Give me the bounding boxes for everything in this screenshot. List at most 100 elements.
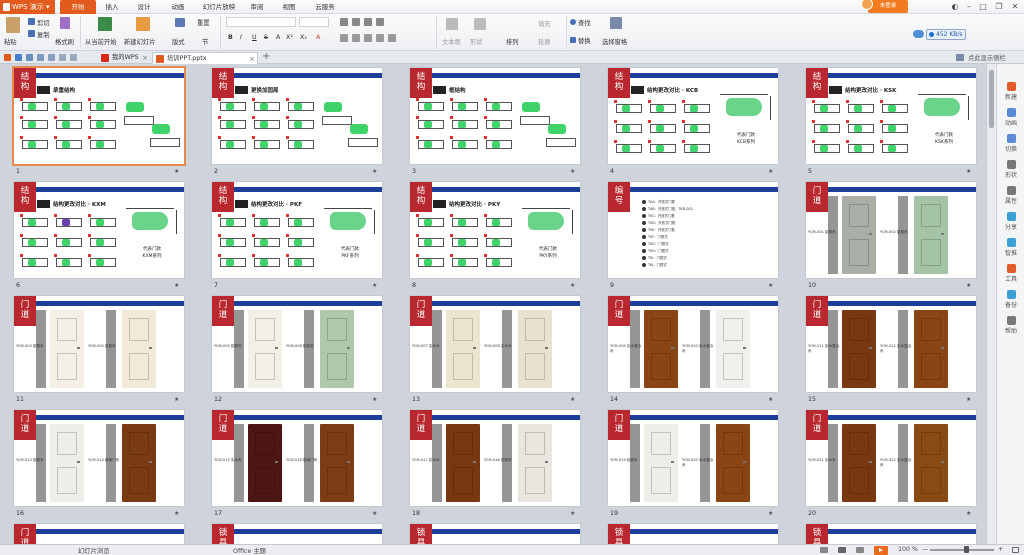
vertical-scrollbar[interactable] (986, 64, 996, 544)
align-right-icon[interactable] (364, 34, 372, 42)
slide-thumbnail[interactable]: 结构结构更改对比 · KXM 代表门款 KXM系列 (14, 182, 184, 278)
tab-my-wps[interactable]: 我的WPS × (98, 52, 150, 64)
outline-button[interactable]: 轮廓 (538, 37, 551, 46)
shape-icon[interactable] (474, 18, 486, 30)
bold-button[interactable]: B (228, 34, 233, 41)
sidebar-item[interactable]: 切换 (997, 134, 1024, 153)
cut-button[interactable]: 剪切 (37, 18, 50, 27)
slide-thumbnail[interactable]: 门道 YCM-017 实木系 YCM-018 铝框系 (410, 410, 580, 506)
slide-transition-star-icon[interactable]: ★ (570, 396, 575, 403)
maximize-icon[interactable]: □ (978, 2, 988, 12)
slide-thumbnail[interactable]: 门道 YCM-013 铝框系 YCM-014 玻璃门系 (14, 410, 184, 506)
slide-transition-star-icon[interactable]: ★ (372, 510, 377, 517)
replace-button[interactable]: 替换 (578, 36, 591, 45)
sidebar-item[interactable]: 智推 (997, 238, 1024, 257)
superscript-button[interactable]: X² (286, 34, 293, 41)
format-painter-icon[interactable] (60, 17, 70, 29)
close-icon[interactable]: ✕ (1010, 2, 1020, 12)
slide-transition-star-icon[interactable]: ★ (570, 168, 575, 175)
new-slide-icon[interactable] (136, 17, 150, 31)
slide-transition-star-icon[interactable]: ★ (174, 510, 179, 517)
align-left-icon[interactable] (340, 34, 348, 42)
skin-icon[interactable]: ◐ (950, 2, 960, 12)
slide-thumbnail[interactable]: 锁具 (410, 524, 580, 544)
reading-view-icon[interactable] (856, 547, 864, 553)
tab-training-ppt[interactable]: 培训PPT.pptx × (152, 52, 258, 64)
open-icon[interactable] (26, 54, 33, 61)
shape-button[interactable]: 形状 (470, 37, 483, 46)
bullets-icon[interactable] (340, 18, 348, 26)
zoom-slider-handle[interactable] (964, 546, 969, 553)
new-slide-button[interactable]: 新建幻灯片 (124, 37, 155, 46)
slide-thumbnail[interactable]: 锁具 (806, 524, 976, 544)
arrange-button[interactable]: 排列 (506, 37, 519, 46)
fill-button[interactable]: 填充 (538, 19, 551, 28)
section-button[interactable]: 节 (202, 37, 208, 46)
tab-animation[interactable]: 动画 (164, 0, 192, 14)
undo-icon[interactable] (59, 54, 66, 61)
wps-app-menu-button[interactable]: WPS 演示 ▾ (0, 0, 55, 14)
wps-menu-icon[interactable] (4, 54, 11, 61)
tab-cloud[interactable]: 云服务 (308, 0, 342, 14)
slide-transition-star-icon[interactable]: ★ (966, 282, 971, 289)
paste-button[interactable]: 粘贴 (4, 37, 17, 46)
text-box-button[interactable]: 文本框 (442, 37, 461, 46)
slide-transition-star-icon[interactable]: ★ (966, 510, 971, 517)
sidebar-item[interactable]: 分享 (997, 212, 1024, 231)
slide-transition-star-icon[interactable]: ★ (570, 282, 575, 289)
minimize-icon[interactable]: – (964, 2, 974, 12)
slide-transition-star-icon[interactable]: ★ (768, 396, 773, 403)
slide-transition-star-icon[interactable]: ★ (966, 396, 971, 403)
play-from-current-icon[interactable] (98, 17, 112, 31)
tab-design[interactable]: 设计 (130, 0, 158, 14)
numbering-icon[interactable] (352, 18, 360, 26)
zoom-level[interactable]: 100 % (898, 546, 918, 553)
sidebar-item[interactable]: 新建 (997, 82, 1024, 101)
restore-icon[interactable]: ❐ (994, 2, 1004, 12)
slide-transition-star-icon[interactable]: ★ (372, 168, 377, 175)
select-pane-button[interactable]: 选择窗格 (602, 37, 627, 46)
outdent-icon[interactable] (376, 18, 384, 26)
slide-thumbnail[interactable]: 结构更换加固局 (212, 68, 382, 164)
slide-thumbnail[interactable]: 编号 TKA：开放式门框 TKB：开放式门框，TKB-002 TKC：开放式门框 TKD… (608, 182, 778, 278)
slide-transition-star-icon[interactable]: ★ (174, 396, 179, 403)
slide-thumbnail[interactable]: 结构结构更改对比 · KCB 代表门款 KCB系列 (608, 68, 778, 164)
slide-thumbnail[interactable]: 结构承重结构 (12, 66, 186, 166)
slide-thumbnail[interactable]: 结构结构更改对比 · PKF 代表门款 PKF系列 (212, 182, 382, 278)
fit-window-icon[interactable] (1012, 547, 1019, 553)
sidebar-item[interactable]: 动画 (997, 108, 1024, 127)
sidebar-item[interactable]: 形状 (997, 160, 1024, 179)
zoom-slider[interactable] (930, 546, 994, 553)
preview-icon[interactable] (48, 54, 55, 61)
sidebar-item[interactable]: 帮助 (997, 316, 1024, 335)
slide-transition-star-icon[interactable]: ★ (768, 510, 773, 517)
print-icon[interactable] (37, 54, 44, 61)
slide-thumbnail[interactable]: 锁具 (212, 524, 382, 544)
distribute-icon[interactable] (388, 34, 396, 42)
font-size-select[interactable] (299, 17, 329, 27)
slide-thumbnail[interactable]: 结构结构更改对比 · KSK 代表门款 KSK系列 (806, 68, 976, 164)
sorter-view-icon[interactable] (838, 547, 846, 553)
format-painter-button[interactable]: 格式刷 (55, 37, 74, 46)
slide-thumbnail[interactable]: 门道 YCM-021 实木系 YCM-022 实木复合系 (806, 410, 976, 506)
zoom-out-button[interactable]: — (922, 546, 928, 553)
slide-transition-star-icon[interactable]: ★ (966, 168, 971, 175)
slide-thumbnail[interactable]: 门道 YCM-019 铝框系 YCM-020 实木复合系 (608, 410, 778, 506)
slide-thumbnail[interactable]: 锁具 (608, 524, 778, 544)
slide-thumbnail[interactable]: 门道 YCM-001 铝框系 YCM-002 铝框系 (806, 182, 976, 278)
align-center-icon[interactable] (352, 34, 360, 42)
scrollbar-thumb[interactable] (989, 70, 994, 128)
save-icon[interactable] (15, 54, 22, 61)
zoom-in-button[interactable]: + (998, 546, 1003, 553)
tab-insert[interactable]: 插入 (98, 0, 126, 14)
login-button[interactable]: 未登录 (861, 0, 908, 13)
strikethrough-button[interactable]: S (264, 34, 268, 41)
slide-transition-star-icon[interactable]: ★ (570, 510, 575, 517)
text-box-icon[interactable] (446, 18, 458, 30)
tab-review[interactable]: 审阅 (244, 0, 270, 14)
play-slideshow-button[interactable] (874, 546, 888, 555)
slide-transition-star-icon[interactable]: ★ (768, 282, 773, 289)
slide-transition-star-icon[interactable]: ★ (372, 396, 377, 403)
slide-thumbnail[interactable]: 门道 YCM-015 实木系 YCM-016 玻璃门系 (212, 410, 382, 506)
tab-slideshow[interactable]: 幻灯片放映 (198, 0, 240, 14)
